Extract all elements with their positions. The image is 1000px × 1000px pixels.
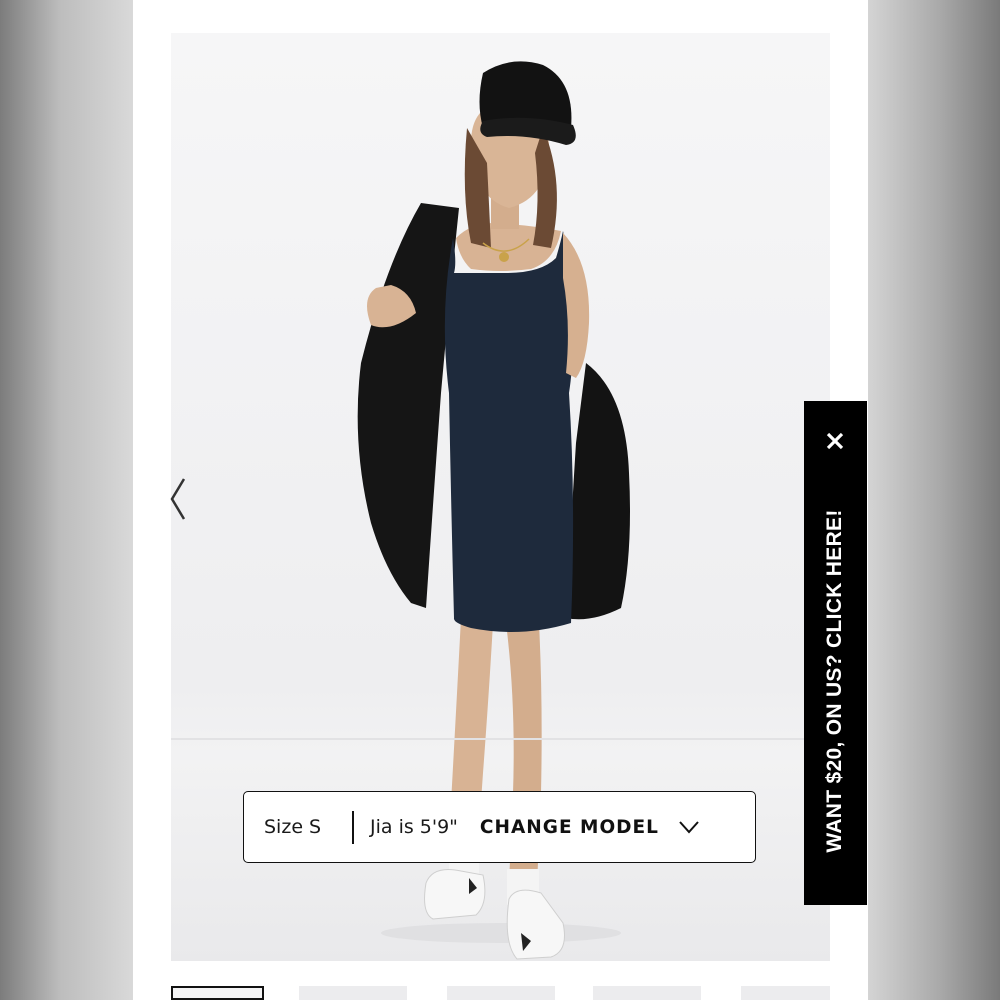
promo-tab[interactable]: WANT $20, ON US? CLICK HERE! (804, 401, 867, 905)
change-model-button[interactable]: CHANGE MODEL (480, 817, 659, 838)
thumbnail-strip (171, 986, 830, 1000)
floor-line (171, 738, 830, 740)
thumbnail-1[interactable] (171, 986, 264, 1000)
previous-image-chevron-icon[interactable] (166, 475, 192, 523)
size-divider (352, 810, 354, 844)
chevron-down-icon[interactable] (677, 819, 701, 835)
close-icon[interactable] (824, 430, 846, 452)
model-size-bar: Size S Jia is 5'9" CHANGE MODEL (243, 791, 756, 863)
promo-text[interactable]: WANT $20, ON US? CLICK HERE! (823, 509, 847, 852)
size-label: Size S (264, 816, 322, 838)
thumbnail-3[interactable] (447, 986, 555, 1000)
thumbnail-2[interactable] (299, 986, 407, 1000)
model-height-label: Jia is 5'9" (370, 816, 458, 838)
thumbnail-4[interactable] (593, 986, 701, 1000)
thumbnail-5[interactable] (741, 986, 830, 1000)
